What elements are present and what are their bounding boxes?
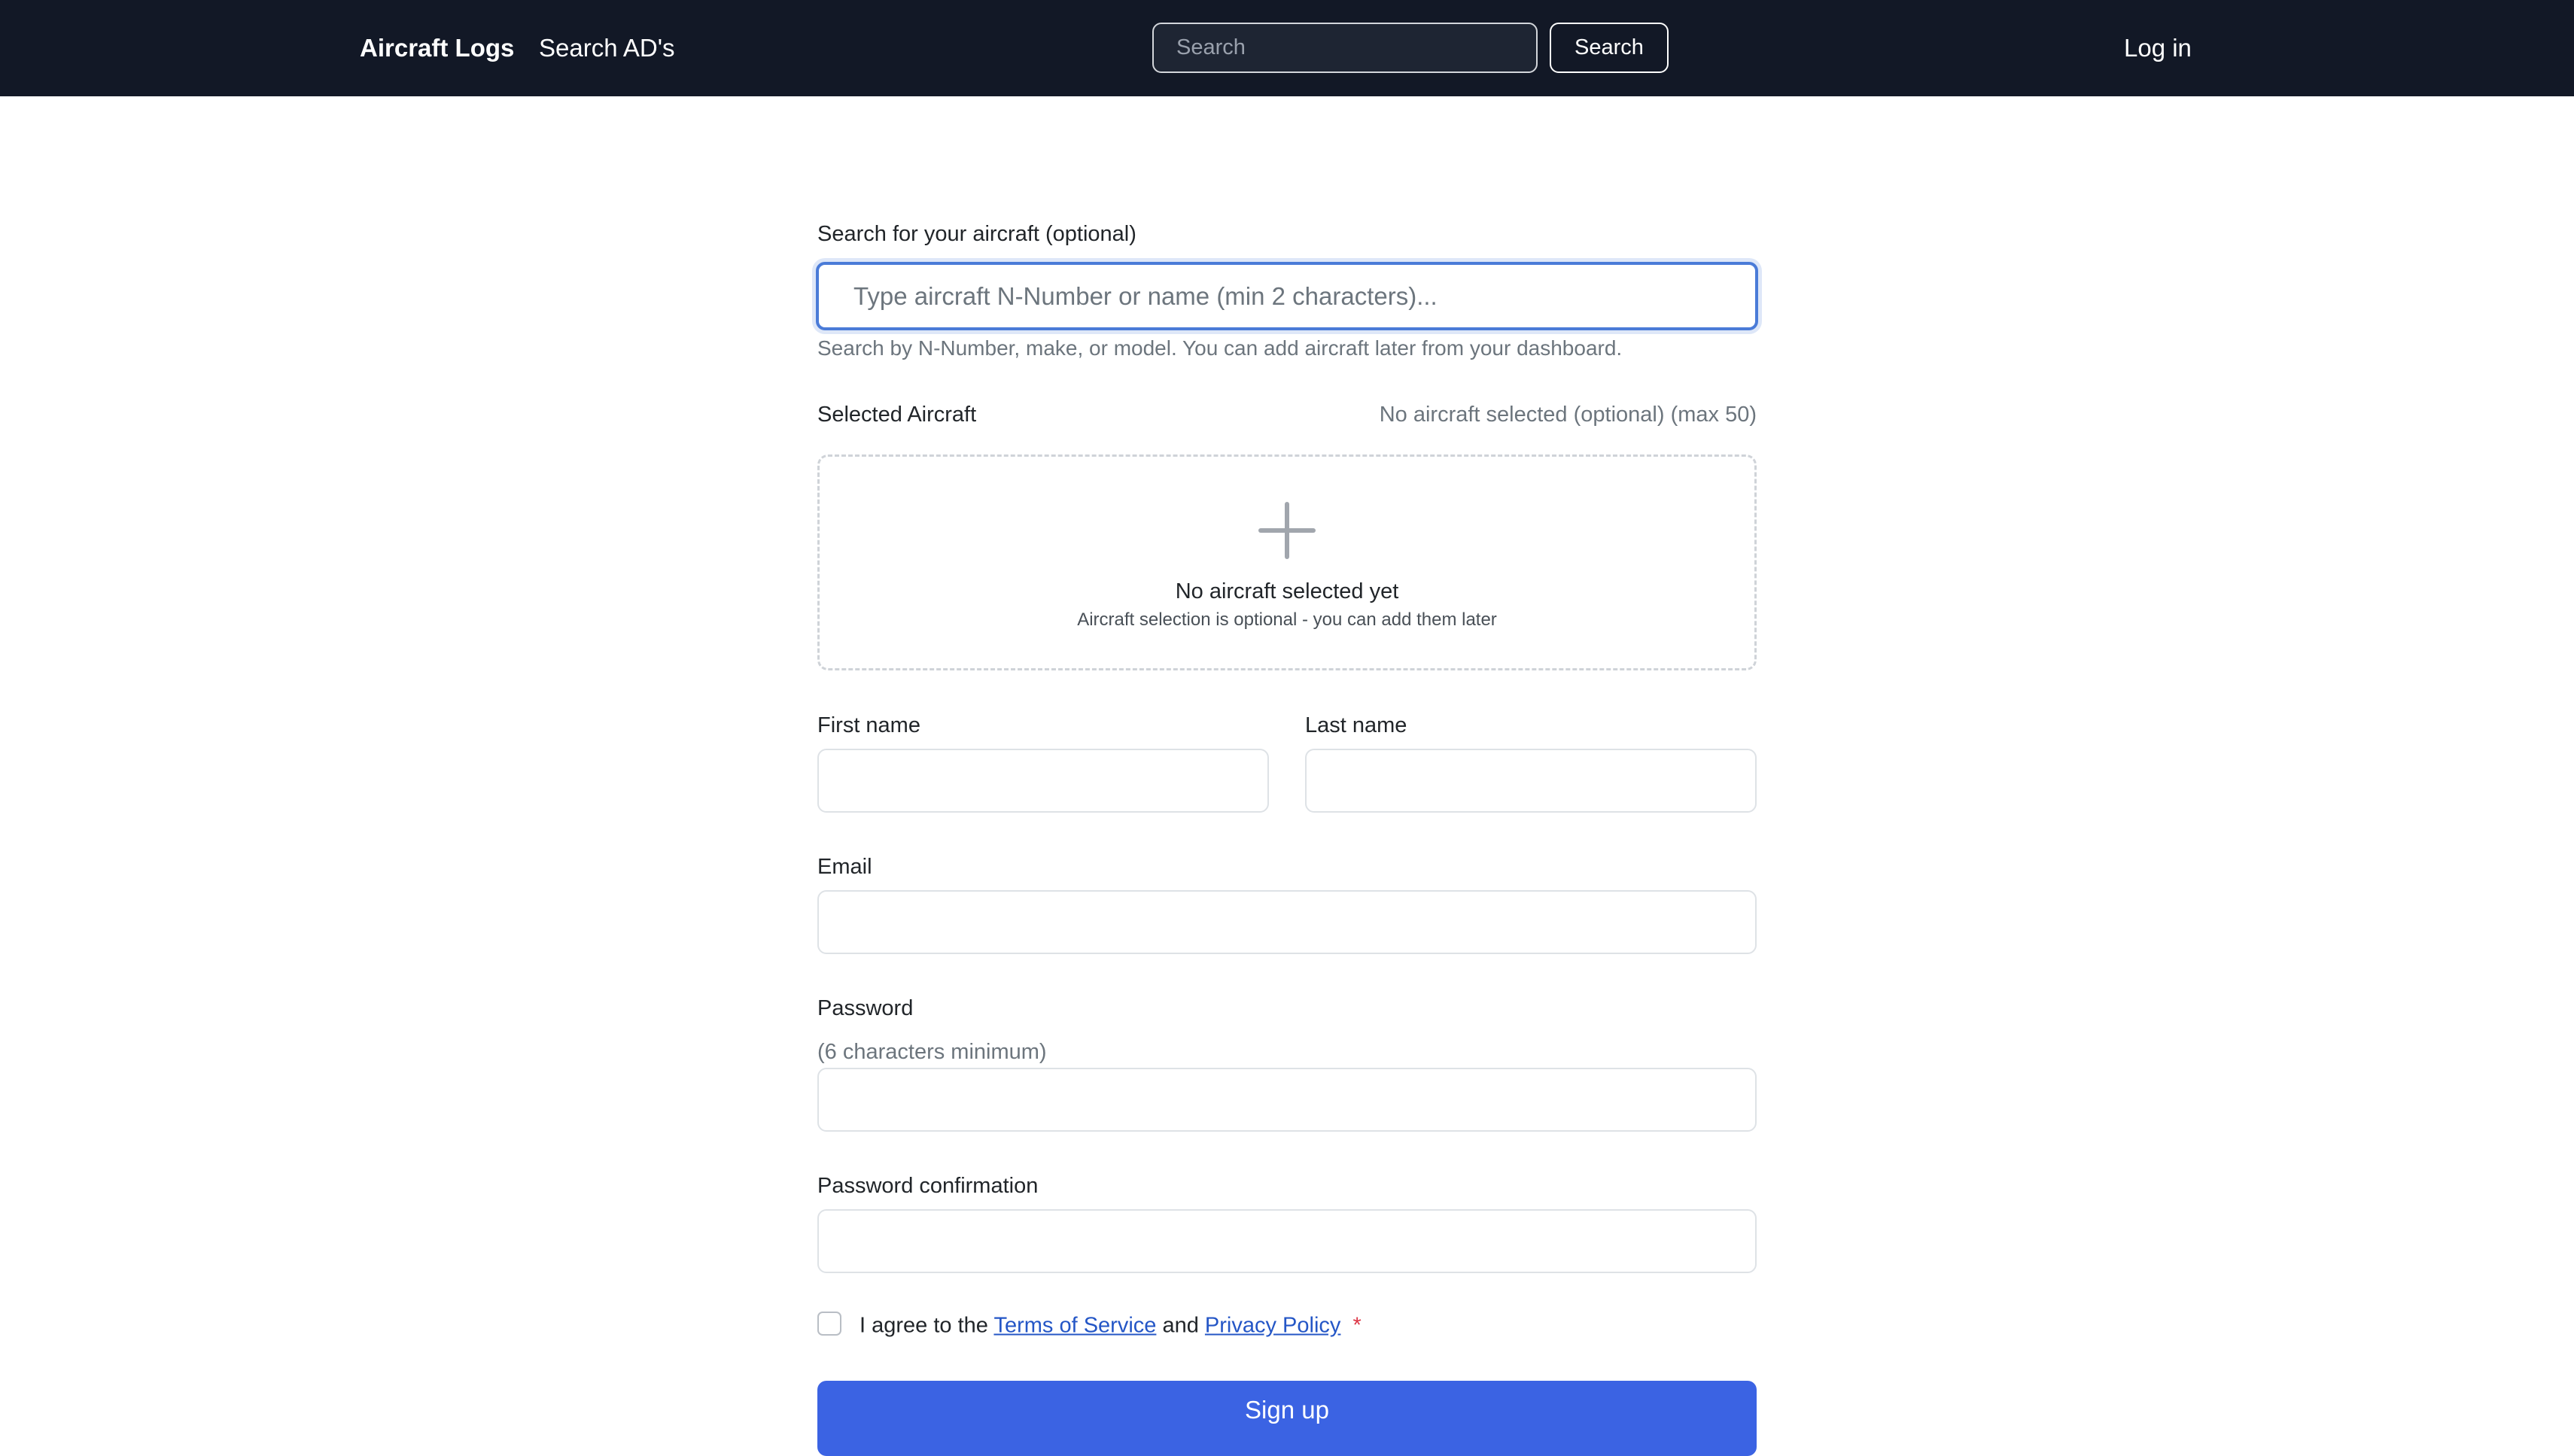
selected-aircraft-dropzone [817, 454, 1757, 670]
password-confirmation-field[interactable] [817, 1209, 1757, 1273]
sign-up-button[interactable]: Sign up [817, 1381, 1757, 1456]
email-field[interactable] [817, 890, 1757, 954]
email-label: Email [817, 855, 872, 879]
navbar: Aircraft Logs Search AD's Search Log in [0, 0, 2574, 96]
empty-aircraft-subtitle: Aircraft selection is optional - you can… [1077, 609, 1497, 630]
agree-prefix: I agree to the [860, 1313, 988, 1338]
selected-aircraft-label: Selected Aircraft [817, 403, 977, 427]
aircraft-search-help: Search by N-Number, make, or model. You … [817, 336, 1623, 360]
last-name-field[interactable] [1305, 749, 1757, 813]
login-link[interactable]: Log in [2124, 34, 2192, 62]
last-name-label: Last name [1305, 713, 1407, 737]
password-confirmation-label: Password confirmation [817, 1174, 1039, 1198]
navbar-search-input[interactable] [1152, 23, 1538, 73]
aircraft-search-label: Search for your aircraft (optional) [817, 222, 1136, 246]
aircraft-search-input[interactable] [816, 262, 1758, 330]
terms-of-service-link[interactable]: Terms of Service [993, 1314, 1156, 1338]
navbar-search-button[interactable]: Search [1550, 23, 1669, 73]
terms-checkbox[interactable] [817, 1312, 841, 1336]
terms-agreement: I agree to the Terms of Service and Priv… [860, 1314, 1362, 1339]
agree-and: and [1162, 1313, 1199, 1338]
plus-icon [1258, 502, 1316, 559]
first-name-label: First name [817, 713, 920, 737]
selected-aircraft-status: No aircraft selected (optional) (max 50) [1379, 403, 1757, 427]
privacy-policy-link[interactable]: Privacy Policy [1205, 1314, 1341, 1338]
empty-aircraft-title: No aircraft selected yet [1175, 579, 1399, 603]
password-field[interactable] [817, 1068, 1757, 1132]
brand-link[interactable]: Aircraft Logs [360, 34, 514, 62]
password-hint: (6 characters minimum) [817, 1040, 1047, 1064]
first-name-field[interactable] [817, 749, 1269, 813]
password-label: Password [817, 996, 914, 1020]
required-marker: * [1352, 1313, 1362, 1338]
search-ads-link[interactable]: Search AD's [539, 34, 675, 62]
